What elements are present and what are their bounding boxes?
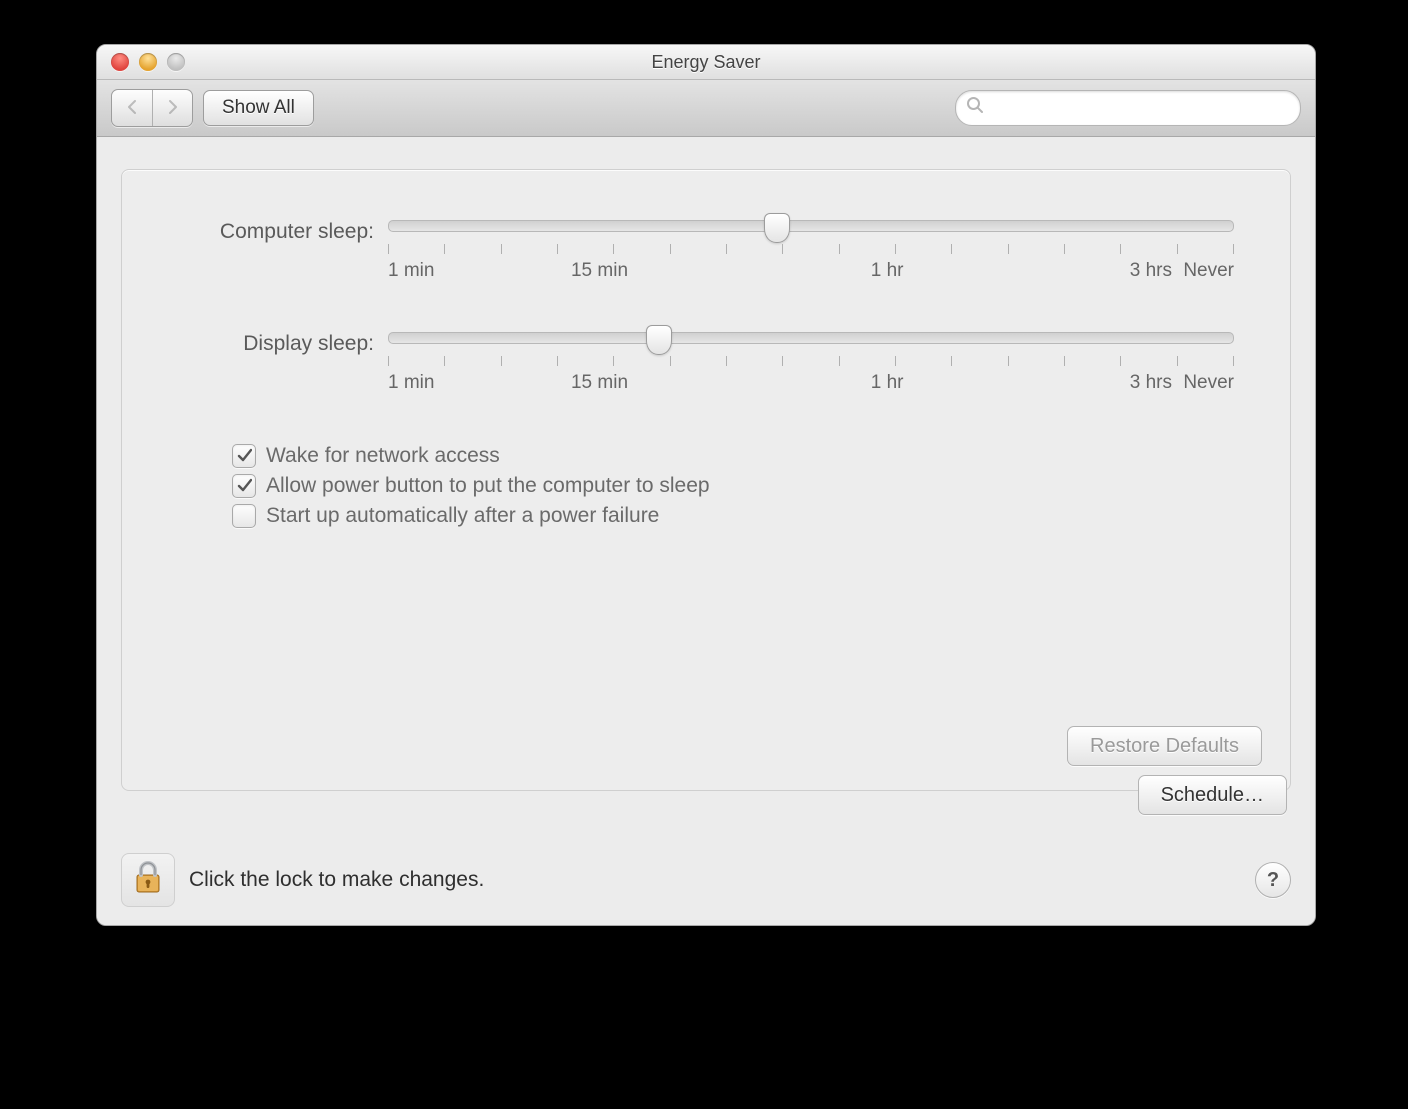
schedule-button[interactable]: Schedule… <box>1138 775 1287 815</box>
help-button[interactable]: ? <box>1255 862 1291 898</box>
forward-button[interactable] <box>152 90 192 126</box>
display-sleep-slider[interactable] <box>388 332 1234 344</box>
restore-defaults-button[interactable]: Restore Defaults <box>1067 726 1262 766</box>
display-sleep-label: Display sleep: <box>178 332 388 356</box>
power-button-sleep-checkbox[interactable] <box>232 474 256 498</box>
nav-segmented <box>111 89 193 127</box>
slider-tick-labels: 1 min 15 min 1 hr 3 hrs Never <box>388 260 1234 284</box>
power-button-sleep-label: Allow power button to put the computer t… <box>266 474 710 498</box>
computer-sleep-slider[interactable] <box>388 220 1234 232</box>
toolbar: Show All <box>97 80 1315 137</box>
auto-start-after-failure-label: Start up automatically after a power fai… <box>266 504 659 528</box>
window-title: Energy Saver <box>651 52 760 73</box>
lock-button[interactable] <box>121 853 175 907</box>
computer-sleep-thumb[interactable] <box>764 213 790 243</box>
slider-tick-labels: 1 min 15 min 1 hr 3 hrs Never <box>388 372 1234 396</box>
auto-start-after-failure-checkbox[interactable] <box>232 504 256 528</box>
chevron-left-icon <box>125 99 139 118</box>
computer-sleep-label: Computer sleep: <box>178 220 388 244</box>
settings-panel: Computer sleep: 1 min 15 min 1 hr 3 hr <box>121 169 1291 791</box>
lock-hint-text: Click the lock to make changes. <box>189 868 484 892</box>
close-window-button[interactable] <box>111 53 129 71</box>
wake-for-network-label: Wake for network access <box>266 444 500 468</box>
zoom-window-button[interactable] <box>167 53 185 71</box>
search-field[interactable] <box>955 90 1301 126</box>
show-all-button[interactable]: Show All <box>203 90 314 126</box>
chevron-right-icon <box>166 99 180 118</box>
back-button[interactable] <box>112 90 152 126</box>
minimize-window-button[interactable] <box>139 53 157 71</box>
display-sleep-thumb[interactable] <box>646 325 672 355</box>
search-icon <box>966 96 984 120</box>
slider-ticks <box>388 356 1234 366</box>
lock-icon <box>133 859 163 901</box>
slider-ticks <box>388 244 1234 254</box>
window-titlebar: Energy Saver <box>97 45 1315 80</box>
wake-for-network-checkbox[interactable] <box>232 444 256 468</box>
search-input[interactable] <box>990 90 1290 126</box>
